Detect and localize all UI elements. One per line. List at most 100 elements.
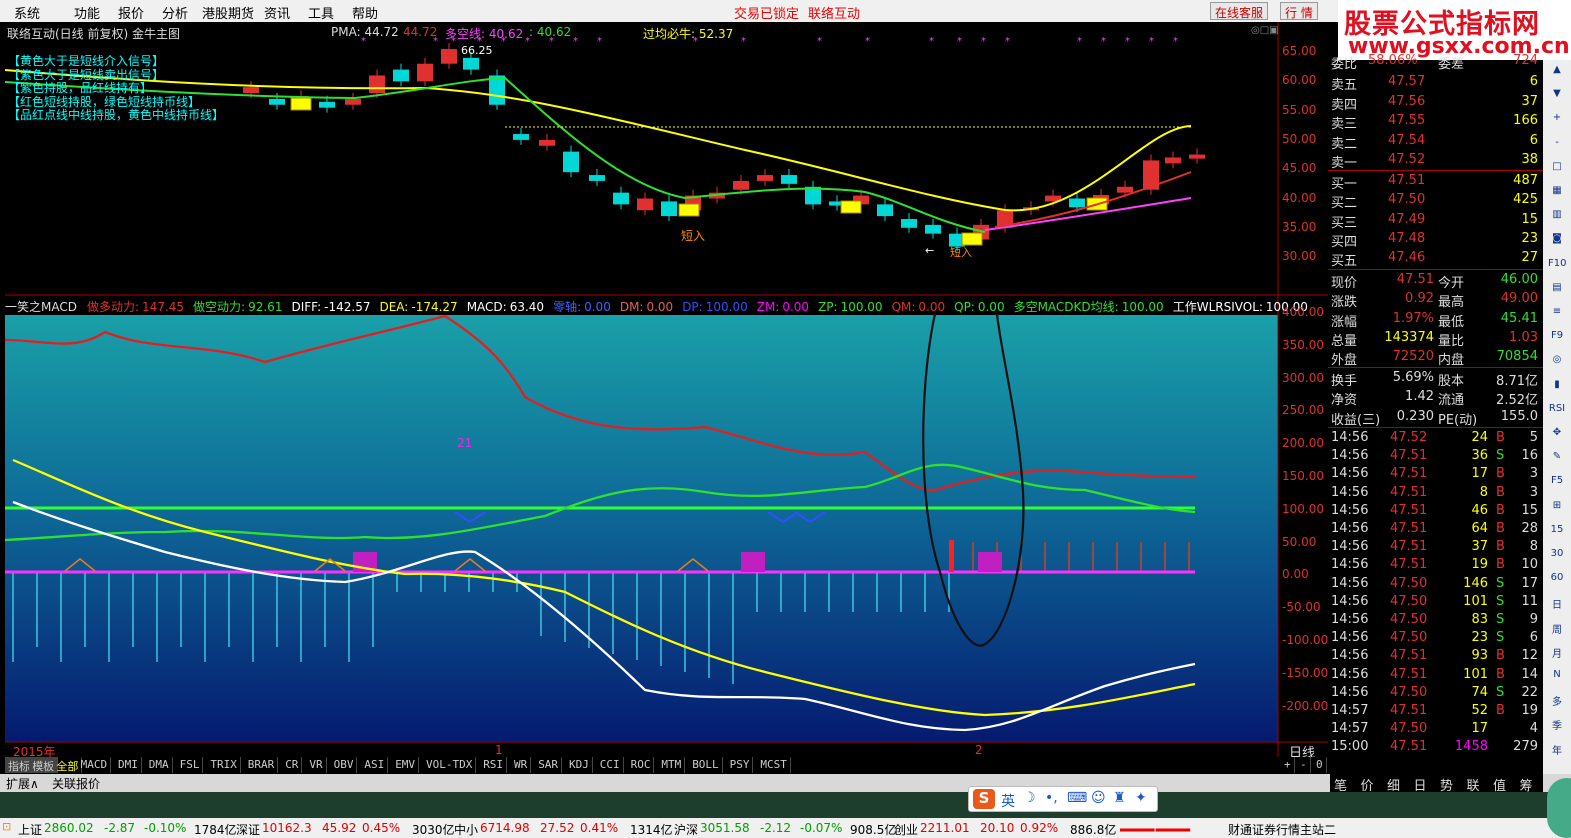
quote-button[interactable]: 行 情 xyxy=(1280,2,1318,20)
indicator-tab[interactable]: VOL-TDX xyxy=(423,757,477,773)
f5-icon[interactable]: F5 xyxy=(1548,475,1566,491)
moon-icon[interactable]: ☽ xyxy=(1023,790,1036,806)
zoom-in-icon[interactable]: + xyxy=(1548,112,1566,128)
server-label[interactable]: 财通证券行情主站二 xyxy=(1228,821,1336,838)
zoom-control[interactable]: + xyxy=(1281,757,1295,773)
indicator-tab[interactable]: WR xyxy=(511,757,532,773)
30-icon[interactable]: 30 xyxy=(1548,548,1566,564)
indicator-tab[interactable]: KDJ xyxy=(566,757,593,773)
chart-area[interactable]: * * * * * * * * * * * * * * * * * * * * * * 联络互动(日线 前复权) 金牛主图… xyxy=(5,22,1328,761)
status-menu-icon[interactable]: ⊡ xyxy=(2,820,11,833)
f10-icon[interactable]: F10 xyxy=(1548,258,1566,274)
indicator-tab[interactable]: CR xyxy=(282,757,303,773)
bid-label: 买四 xyxy=(1331,234,1358,250)
f9-icon[interactable]: F9 xyxy=(1548,330,1566,346)
price-tick-label: 50.00 xyxy=(1282,131,1317,146)
menu-hk-futures[interactable]: 港股期货 xyxy=(202,3,254,22)
index-label[interactable]: 上证 xyxy=(18,821,42,838)
bar-chart-icon[interactable]: ▮ xyxy=(1548,379,1566,395)
index-label[interactable]: 深证 xyxy=(236,821,260,838)
zoom-control[interactable]: 0 xyxy=(1313,757,1327,773)
index-label[interactable]: 创业 xyxy=(894,821,918,838)
indicator-tab[interactable]: DMI xyxy=(115,757,142,773)
indicator-tab[interactable]: VR xyxy=(306,757,327,773)
60-icon[interactable]: 60 xyxy=(1548,572,1566,588)
indicator-tab[interactable]: BRAR xyxy=(245,757,279,773)
target-icon[interactable]: ◎ xyxy=(1548,354,1566,370)
macd-item-value: 0.00 xyxy=(977,300,1005,314)
stat-row: 涨跌 0.92 最高 49.00 xyxy=(1328,291,1543,310)
menu-news[interactable]: 资讯 xyxy=(264,3,290,22)
indicator-tab[interactable]: MCST xyxy=(757,757,791,773)
bid-volume: 425 xyxy=(1513,192,1538,208)
menu-system[interactable]: 系统 xyxy=(14,3,40,22)
related-quote-button[interactable]: 关联报价 xyxy=(52,775,100,792)
week-icon[interactable]: 周 xyxy=(1548,621,1566,637)
kline-icon[interactable]: ▥ xyxy=(1548,209,1566,225)
indicator-tab[interactable]: ROC xyxy=(628,757,655,773)
window-icon[interactable]: □ xyxy=(1548,161,1566,177)
macd-tick-label: -50.00 xyxy=(1282,600,1321,615)
zoom-control[interactable]: - xyxy=(1297,757,1311,773)
ask-row: 卖四 47.56 37 xyxy=(1328,94,1543,113)
f6-icon[interactable]: ⊞ xyxy=(1548,500,1566,516)
candle-body xyxy=(1069,198,1085,208)
tick-count: 10 xyxy=(1521,557,1538,573)
indicator-tab[interactable]: MACD xyxy=(78,757,112,773)
keyboard-icon[interactable]: ⌨ xyxy=(1067,790,1087,806)
indicator-tab[interactable]: TRIX xyxy=(207,757,241,773)
user-icon[interactable]: ☺ xyxy=(1091,790,1106,806)
index-label[interactable]: 中小 xyxy=(454,821,478,838)
menu-analysis[interactable]: 分析 xyxy=(162,3,188,22)
15-icon[interactable]: 15 xyxy=(1548,524,1566,540)
zoom-out-icon[interactable]: - xyxy=(1548,137,1566,153)
indicator-tab[interactable]: BOLL xyxy=(689,757,723,773)
move-icon[interactable]: ✥ xyxy=(1548,427,1566,443)
grid-icon[interactable]: ▤ xyxy=(1548,282,1566,298)
indicator-tab[interactable]: FSL xyxy=(177,757,204,773)
online-service-button[interactable]: 在线客服 xyxy=(1210,2,1269,20)
indicator-tab[interactable]: CCI xyxy=(597,757,624,773)
index-label[interactable]: 沪深 xyxy=(674,821,698,838)
indicator-tab[interactable]: PSY xyxy=(727,757,754,773)
window-controls-icon[interactable]: ◎□▣ xyxy=(1251,25,1279,36)
pen-icon[interactable]: ✎ xyxy=(1548,451,1566,467)
ime-toolbar[interactable]: S 英 ☽ •, ⌨ ☺ ♜ ✦ xyxy=(968,786,1158,812)
month-icon[interactable]: 月 xyxy=(1548,645,1566,661)
ime-lang[interactable]: 英 xyxy=(1001,791,1015,811)
tick-time: 14:56 xyxy=(1331,430,1369,445)
indicator-tab[interactable]: EMV xyxy=(392,757,420,773)
tick-time: 14:56 xyxy=(1331,484,1369,500)
up-arrow-icon[interactable]: ▲ xyxy=(1548,64,1566,80)
indicator-tab[interactable]: DMA xyxy=(146,757,173,773)
down-arrow-icon[interactable]: ▼ xyxy=(1548,88,1566,104)
tick-row: 14:56 47.52 24 B 5 xyxy=(1328,430,1543,448)
indicator-tab[interactable]: MTM xyxy=(658,757,686,773)
shirt-icon[interactable]: ♜ xyxy=(1113,790,1126,806)
speed-badge[interactable] xyxy=(1547,778,1571,838)
indicator-tab[interactable]: OBV xyxy=(331,757,358,773)
year-icon[interactable]: 年 xyxy=(1548,742,1566,758)
chart-icon[interactable]: ▦ xyxy=(1548,185,1566,201)
season-icon[interactable]: 季 xyxy=(1548,717,1566,733)
day-icon[interactable]: 日 xyxy=(1548,596,1566,612)
expand-button[interactable]: 扩展∧ xyxy=(6,775,39,792)
trade-locked-notice[interactable]: 交易已锁定 xyxy=(734,3,799,22)
multi-icon[interactable]: 多 xyxy=(1548,693,1566,709)
menu-tools[interactable]: 工具 xyxy=(308,3,334,22)
print-icon[interactable]: ◙ xyxy=(1548,233,1566,249)
tick-icon[interactable]: ≡ xyxy=(1548,306,1566,322)
menu-function[interactable]: 功能 xyxy=(74,3,100,22)
indicator-tab[interactable]: ASI xyxy=(361,757,389,773)
indicator-tab[interactable]: SAR xyxy=(535,757,563,773)
index-status-bar: ⊡ 上证 2860.02 -2.87 -0.10% 1784亿 深证 10162.3 45.9… xyxy=(0,818,1571,838)
n-icon[interactable]: N xyxy=(1548,669,1566,685)
tick-row: 14:56 47.51 36 S 16 xyxy=(1328,448,1543,466)
menu-quote[interactable]: 报价 xyxy=(118,3,144,22)
chart-canvas[interactable]: * * * * * * * * * * * * * * * * * * * * * * xyxy=(5,22,1328,758)
wrench-icon[interactable]: ✦ xyxy=(1135,790,1147,806)
menu-help[interactable]: 帮助 xyxy=(352,3,378,22)
punctuation-icon[interactable]: •, xyxy=(1045,790,1058,806)
rsi-icon[interactable]: RSI xyxy=(1548,403,1566,419)
indicator-tab[interactable]: RSI xyxy=(480,757,508,773)
